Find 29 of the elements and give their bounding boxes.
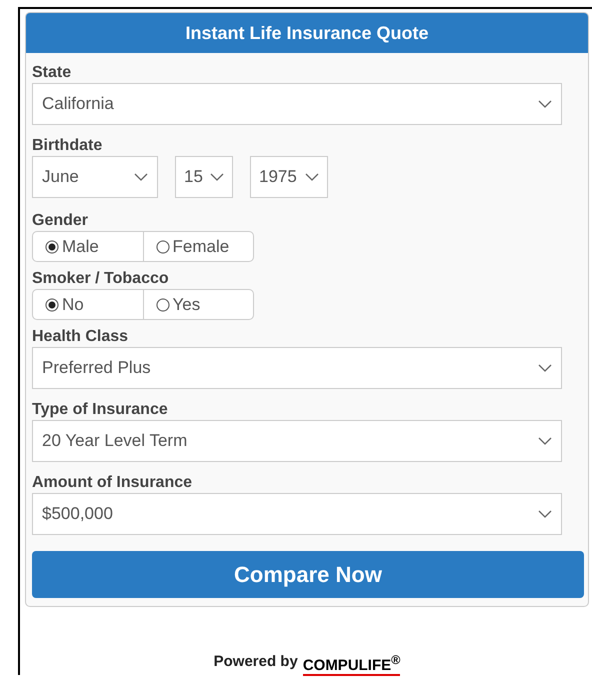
- form-title: Instant Life Insurance Quote: [26, 13, 588, 53]
- chevron-icon: [538, 364, 552, 372]
- chevron-icon: [538, 510, 552, 518]
- field-label: Type of Insurance: [32, 400, 169, 420]
- brand-link[interactable]: COMPULIFE$^{®}$: [302, 653, 400, 676]
- select-field[interactable]: 20 Year Level Term: [32, 420, 562, 462]
- field-label: Health Class: [32, 327, 130, 347]
- chevron-icon: [305, 173, 319, 181]
- chevron-icon: [134, 173, 148, 181]
- chevron-icon: [538, 100, 552, 108]
- select-field[interactable]: California: [32, 83, 562, 125]
- select-field[interactable]: $500,000: [32, 493, 562, 535]
- field-label: Amount of Insurance: [32, 473, 194, 493]
- chevron-icon: [538, 437, 552, 445]
- radio-option[interactable]: Female: [142, 232, 253, 261]
- field-label: Smoker / Tobacco: [32, 269, 170, 289]
- radio-option[interactable]: No: [33, 290, 142, 319]
- radio-option[interactable]: Yes: [142, 290, 253, 319]
- field-label: State: [32, 63, 72, 83]
- select-field[interactable]: June: [32, 156, 158, 198]
- select-field[interactable]: 15: [175, 156, 233, 198]
- chevron-icon: [210, 173, 224, 181]
- field-label: Gender: [32, 211, 90, 231]
- radio-option[interactable]: Male: [33, 232, 142, 261]
- field-label: Birthdate: [32, 136, 104, 156]
- select-field[interactable]: Preferred Plus: [32, 347, 562, 389]
- powered-by-text: Powered by: [214, 653, 298, 672]
- compare-button[interactable]: Compare Now: [32, 551, 584, 598]
- select-field[interactable]: 1975: [250, 156, 328, 198]
